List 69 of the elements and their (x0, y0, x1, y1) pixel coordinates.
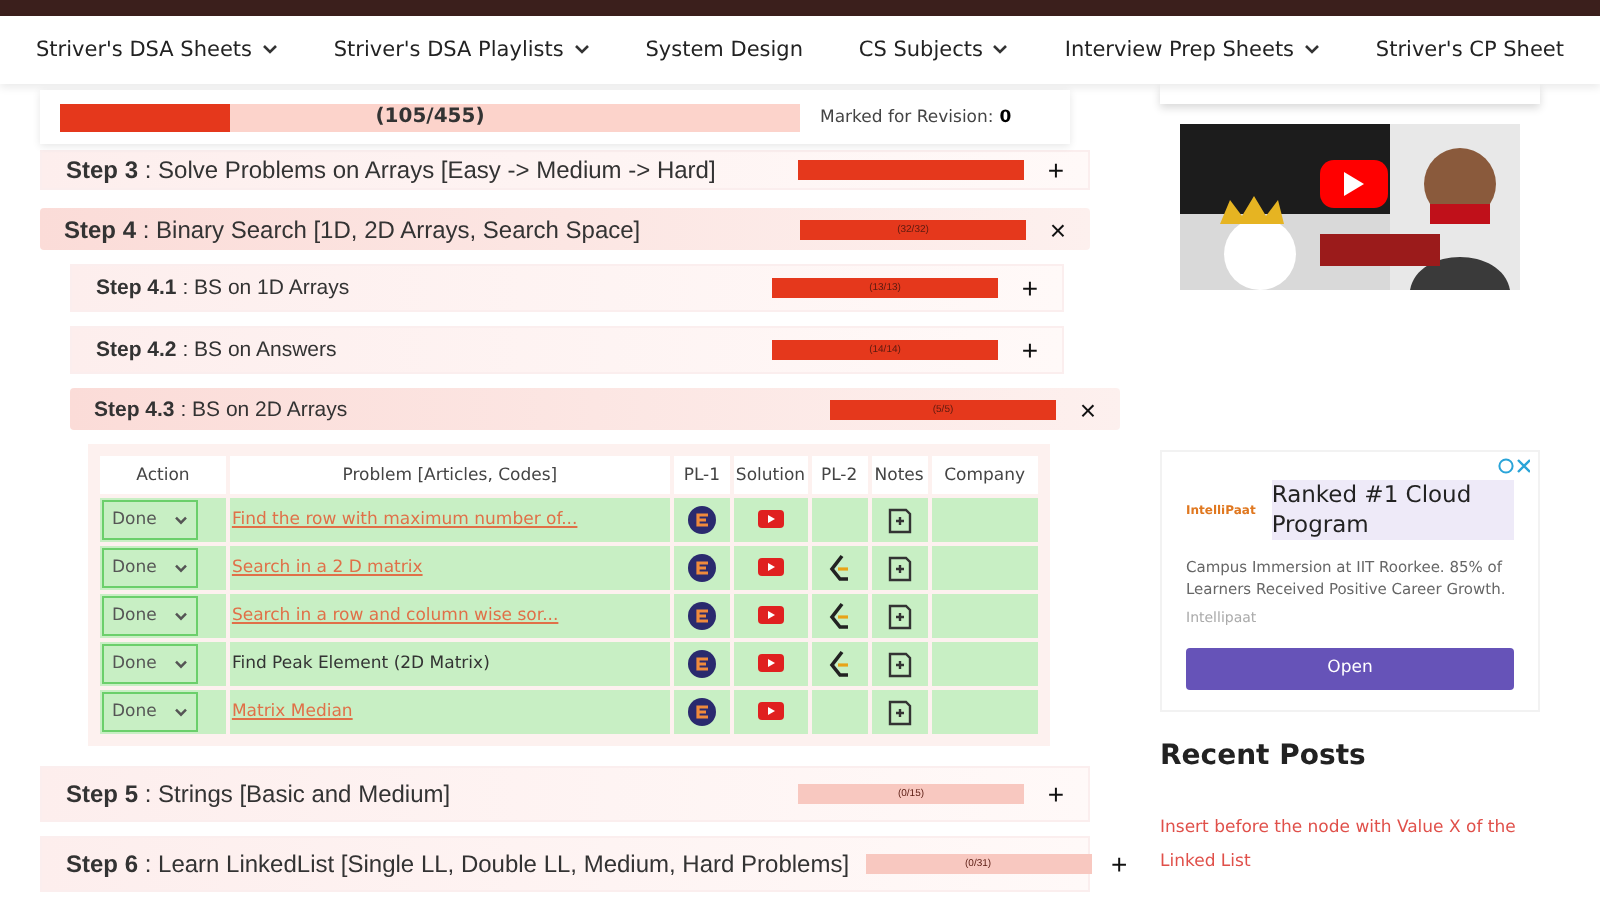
status-select[interactable]: Done (102, 644, 198, 684)
nav-link[interactable]: Striver's CP Sheet (1375, 38, 1564, 62)
nav-link[interactable]: CS Subjects (858, 38, 1009, 62)
leetcode-logo-icon[interactable] (828, 649, 851, 679)
column-header: Action (100, 456, 226, 494)
step-title: Step 4.3 : BS on 2D Arrays (94, 397, 348, 421)
section-title: Recent Posts (1160, 739, 1368, 771)
nav-link[interactable]: System Design (645, 38, 803, 62)
chevron-down-icon (174, 611, 188, 621)
video-play-icon[interactable] (757, 510, 784, 529)
progress-count: (105/455) (375, 106, 485, 128)
plus-icon[interactable]: + (1044, 154, 1068, 186)
video-play-icon[interactable] (757, 654, 784, 673)
platform-logo-icon[interactable] (687, 602, 716, 630)
problem-name: Find Peak Element (2D Matrix) (231, 654, 490, 674)
chevron-down-icon (992, 44, 1009, 56)
plus-icon[interactable]: + (1018, 334, 1042, 366)
chevron-down-icon (174, 659, 188, 669)
nav-link[interactable]: Striver's DSA Playlists (333, 38, 590, 62)
close-icon[interactable]: × (1046, 213, 1070, 245)
close-icon[interactable] (1498, 458, 1530, 474)
chevron-down-icon (174, 563, 188, 573)
platform-logo-icon[interactable] (687, 698, 716, 726)
leetcode-logo-icon[interactable] (828, 553, 851, 583)
step-title: Step 5 : Strings [Basic and Medium] (66, 780, 451, 808)
plus-icon[interactable]: + (1111, 848, 1128, 880)
plus-icon[interactable]: + (1044, 778, 1068, 810)
step-title: Step 6 : Learn LinkedList [Single LL, Double LL, Medium, Hard Problems] (66, 850, 850, 878)
close-icon[interactable]: × (1076, 393, 1100, 425)
column-header: PL-1 (673, 456, 730, 494)
revision-label: Marked for Revision: (820, 107, 994, 127)
note-add-icon[interactable] (887, 507, 912, 533)
note-add-icon[interactable] (887, 555, 912, 581)
status-select[interactable]: Done (102, 692, 198, 732)
leetcode-logo-icon[interactable] (828, 601, 851, 631)
column-header: Problem [Articles, Codes] (229, 456, 670, 494)
chevron-down-icon (262, 44, 278, 56)
chevron-down-icon (174, 707, 188, 717)
step-title: Step 4 : Binary Search [1D, 2D Arrays, Search Space] (64, 215, 641, 243)
nav-link[interactable]: Striver's DSA Sheets (36, 38, 278, 62)
step-title: Step 4.2 : BS on Answers (96, 338, 337, 362)
column-header: Company (931, 456, 1038, 494)
chevron-down-icon (174, 515, 188, 525)
chevron-down-icon (573, 44, 590, 56)
post-link[interactable]: Insert before the node with Value X of the Linked List (1160, 811, 1520, 879)
status-select[interactable]: Done (102, 548, 198, 588)
revision-count: 0 (999, 107, 1012, 127)
platform-logo-icon[interactable] (687, 506, 716, 534)
step-title: Step 4.1 : BS on 1D Arrays (96, 276, 350, 300)
column-header: Notes (871, 456, 928, 494)
status-select[interactable]: Done (102, 500, 198, 540)
status-select[interactable]: Done (102, 596, 198, 636)
nav-link[interactable]: Interview Prep Sheets (1064, 38, 1321, 62)
platform-logo-icon[interactable] (687, 554, 716, 582)
ad-headline[interactable]: Ranked #1 Cloud Program (1271, 480, 1514, 540)
platform-logo-icon[interactable] (687, 650, 716, 678)
chevron-down-icon (1304, 44, 1321, 56)
video-play-icon[interactable] (757, 558, 784, 577)
note-add-icon[interactable] (887, 651, 912, 677)
video-play-icon[interactable] (757, 606, 784, 625)
note-add-icon[interactable] (887, 603, 912, 629)
plus-icon[interactable]: + (1018, 272, 1042, 304)
column-header: Solution (733, 456, 808, 494)
video-play-icon[interactable] (757, 702, 784, 721)
step-header[interactable]: Step 3 : Solve Problems on Arrays [Easy -> Medium -> Hard] + (40, 150, 1090, 190)
open-button[interactable]: Open (1186, 647, 1514, 689)
note-add-icon[interactable] (887, 699, 912, 725)
column-header: PL-2 (811, 456, 868, 494)
step-title: Step 3 : Solve Problems on Arrays [Easy -> Medium -> Hard] (66, 156, 716, 184)
